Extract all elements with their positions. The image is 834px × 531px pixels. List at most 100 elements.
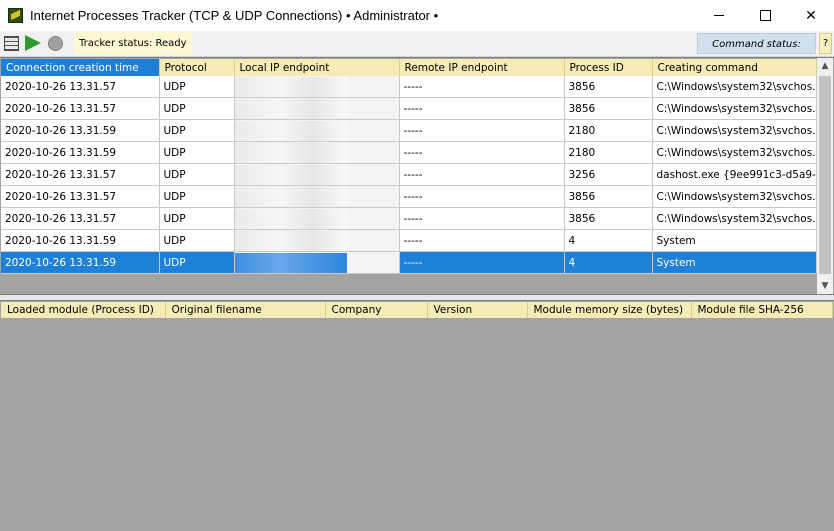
play-icon[interactable] [25, 35, 41, 51]
cell-creating-command: System [652, 251, 817, 274]
cell-local-ip [234, 119, 400, 142]
cell-creating-command: C:\Windows\system32\svchos... [652, 207, 817, 230]
table-row[interactable]: 2020-10-26 13.31.57 UDP ----- 3856 C:\Window… [1, 185, 817, 208]
cell-remote-ip: ----- [399, 76, 565, 98]
cell-local-ip [234, 251, 400, 274]
column-header-loaded-module[interactable]: Loaded module (Process ID) [1, 302, 166, 318]
cell-connection-time: 2020-10-26 13.31.57 [1, 185, 160, 208]
cell-protocol: UDP [159, 163, 235, 186]
cell-connection-time: 2020-10-26 13.31.59 [1, 119, 160, 142]
column-header-process-id[interactable]: Process ID [564, 59, 653, 76]
window-title: Internet Processes Tracker (TCP & UDP Co… [30, 8, 439, 23]
cell-creating-command: dashost.exe {9ee991c3-d5a9-4... [652, 163, 817, 186]
cell-local-ip [234, 163, 400, 186]
cell-local-ip [234, 97, 400, 120]
cell-creating-command: System [652, 229, 817, 252]
tracker-status: Tracker status: Ready [74, 32, 192, 55]
table-row[interactable]: 2020-10-26 13.31.59 UDP ----- 4 System [1, 229, 817, 252]
cell-remote-ip: ----- [399, 141, 565, 164]
cell-protocol: UDP [159, 141, 235, 164]
column-header-module-memory-size[interactable]: Module memory size (bytes) [527, 302, 692, 318]
cell-remote-ip: ----- [399, 97, 565, 120]
connections-table: Connection creation time Protocol Local … [1, 59, 817, 274]
cell-protocol: UDP [159, 207, 235, 230]
redacted-ip-block [234, 142, 347, 163]
scroll-up-icon[interactable]: ▲ [817, 58, 833, 74]
cell-protocol: UDP [159, 185, 235, 208]
close-button[interactable]: ✕ [788, 0, 834, 31]
cell-process-id: 3856 [564, 185, 653, 208]
column-header-remote-ip[interactable]: Remote IP endpoint [399, 59, 565, 76]
scroll-down-icon[interactable]: ▼ [817, 278, 833, 294]
cell-creating-command: C:\Windows\system32\svchos... [652, 76, 817, 98]
cell-protocol: UDP [159, 76, 235, 98]
table-row[interactable]: 2020-10-26 13.31.59 UDP ----- 4 System [1, 251, 817, 274]
cell-connection-time: 2020-10-26 13.31.57 [1, 207, 160, 230]
column-header-protocol[interactable]: Protocol [159, 59, 235, 76]
cell-remote-ip: ----- [399, 229, 565, 252]
cell-connection-time: 2020-10-26 13.31.59 [1, 229, 160, 252]
table-row[interactable]: 2020-10-26 13.31.57 UDP ----- 3256 dashost.e… [1, 163, 817, 186]
cell-protocol: UDP [159, 97, 235, 120]
maximize-button[interactable] [742, 0, 788, 31]
column-header-version[interactable]: Version [427, 302, 528, 318]
command-status: Command status: Ready [697, 33, 816, 71]
redacted-ip-block [234, 208, 347, 229]
redacted-ip-block [234, 120, 347, 141]
column-header-local-ip[interactable]: Local IP endpoint [234, 59, 400, 76]
redacted-ip-block [234, 186, 347, 207]
table-row[interactable]: 2020-10-26 13.31.57 UDP ----- 3856 C:\Window… [1, 207, 817, 230]
app-icon [8, 8, 23, 23]
table-row[interactable]: 2020-10-26 13.31.57 UDP ----- 3856 C:\Window… [1, 76, 817, 98]
connections-panel: Connection creation time Protocol Local … [0, 57, 834, 295]
redacted-ip-block [234, 164, 347, 185]
column-header-module-sha256[interactable]: Module file SHA-256 [691, 302, 833, 318]
cell-connection-time: 2020-10-26 13.31.59 [1, 141, 160, 164]
modules-panel: Loaded module (Process ID) Original file… [0, 300, 834, 531]
help-button[interactable]: ? [819, 33, 832, 54]
cell-remote-ip: ----- [399, 251, 565, 274]
column-header-company[interactable]: Company [325, 302, 428, 318]
scroll-thumb[interactable] [819, 76, 831, 274]
cell-creating-command: C:\Windows\system32\svchos... [652, 141, 817, 164]
cell-connection-time: 2020-10-26 13.31.57 [1, 76, 160, 98]
cell-process-id: 2180 [564, 119, 653, 142]
cell-local-ip [234, 185, 400, 208]
cell-protocol: UDP [159, 119, 235, 142]
cell-remote-ip: ----- [399, 207, 565, 230]
cell-connection-time: 2020-10-26 13.31.59 [1, 251, 160, 274]
cell-remote-ip: ----- [399, 185, 565, 208]
cell-connection-time: 2020-10-26 13.31.57 [1, 163, 160, 186]
cell-creating-command: C:\Windows\system32\svchos... [652, 185, 817, 208]
cell-process-id: 3856 [564, 97, 653, 120]
cell-process-id: 3856 [564, 207, 653, 230]
cell-protocol: UDP [159, 251, 235, 274]
cell-creating-command: C:\Windows\system32\svchos... [652, 119, 817, 142]
table-row[interactable]: 2020-10-26 13.31.57 UDP ----- 3856 C:\Window… [1, 97, 817, 120]
cell-process-id: 3856 [564, 76, 653, 98]
cell-local-ip [234, 76, 400, 98]
cell-remote-ip: ----- [399, 163, 565, 186]
column-header-creating-command[interactable]: Creating command [652, 59, 817, 76]
modules-table: Loaded module (Process ID) Original file… [1, 302, 833, 318]
cell-process-id: 2180 [564, 141, 653, 164]
cell-process-id: 4 [564, 251, 653, 274]
cell-local-ip [234, 141, 400, 164]
table-row[interactable]: 2020-10-26 13.31.59 UDP ----- 2180 C:\Window… [1, 141, 817, 164]
connections-header-row: Connection creation time Protocol Local … [1, 59, 817, 76]
cell-connection-time: 2020-10-26 13.31.57 [1, 97, 160, 120]
minimize-button[interactable] [696, 0, 742, 31]
redacted-ip-block [234, 230, 347, 251]
table-row[interactable]: 2020-10-26 13.31.59 UDP ----- 2180 C:\Window… [1, 119, 817, 142]
stop-icon[interactable] [48, 36, 63, 51]
vertical-scrollbar[interactable]: ▲ ▼ [817, 58, 833, 294]
redacted-ip-block [234, 98, 347, 119]
cell-process-id: 3256 [564, 163, 653, 186]
column-header-connection-time[interactable]: Connection creation time [1, 59, 160, 76]
modules-header-row: Loaded module (Process ID) Original file… [1, 302, 833, 318]
column-header-original-filename[interactable]: Original filename [165, 302, 326, 318]
redacted-ip-block [234, 76, 347, 97]
cell-local-ip [234, 207, 400, 230]
table-icon[interactable] [4, 36, 19, 51]
redacted-ip-block [234, 252, 347, 273]
